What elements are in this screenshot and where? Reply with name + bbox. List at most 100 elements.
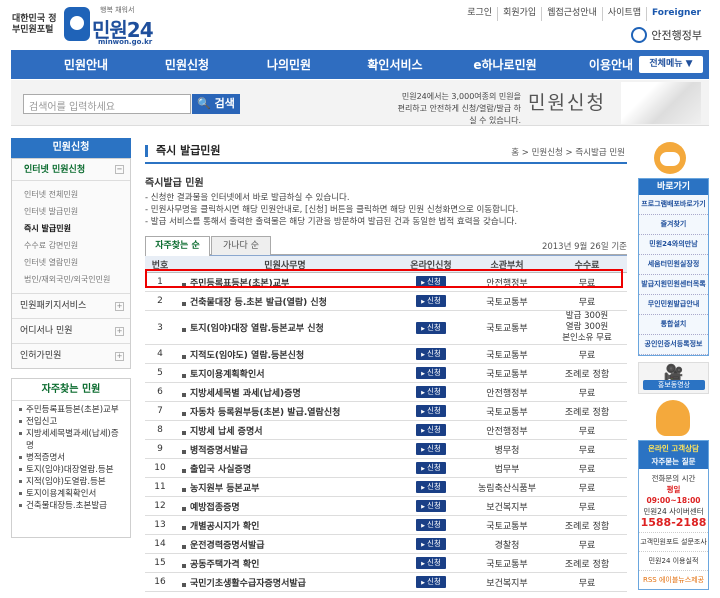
full-menu-button[interactable]: 전체메뉴 ▼ [639, 56, 703, 73]
service-name-link[interactable]: 지방세 납세 증명서 [181, 427, 263, 437]
sidebar-section-permit[interactable]: 인허가민원 + [12, 343, 130, 368]
search-button[interactable]: 🔍 검색 [192, 94, 240, 114]
apply-button[interactable]: 신청 [416, 321, 446, 334]
service-name-link[interactable]: 토지이용계획확인서 [181, 370, 265, 380]
service-name-link[interactable]: 농지원부 등본교부 [181, 484, 259, 494]
nav-item-apply[interactable]: 민원신청 [139, 56, 235, 73]
sidebar-section-anywhere[interactable]: 어디서나 민원 + [12, 318, 130, 343]
service-name-link[interactable]: 개별공시지가 확인 [181, 522, 259, 532]
apply-button[interactable]: 신청 [416, 276, 446, 288]
quick-link[interactable]: 프로그램배포바로가기 [639, 195, 708, 215]
accessibility-link[interactable]: 웹접근성안내 [541, 7, 602, 21]
sidebar-section-package[interactable]: 민원패키지서비스 + [12, 293, 130, 318]
quick-link[interactable]: 세움터민원실장정 [639, 255, 708, 275]
sidebar-item-corporate[interactable]: 법인/재외국민/외국인민원 [12, 271, 130, 288]
apply-button[interactable]: 신청 [416, 481, 446, 493]
usage-stats-link[interactable]: 민원24 이용실적 [639, 551, 708, 570]
fee-value: 무료 [578, 540, 596, 551]
sidebar-item-instant[interactable]: 즉시 발급민원 [12, 220, 130, 237]
apply-cell: 신청 [395, 515, 467, 535]
service-name-cell: 주민등록표등본(초본)교부 [175, 272, 395, 292]
service-name-link[interactable]: 운전경력증명서발급 [181, 541, 265, 551]
nav-item-ehanaro[interactable]: e하나로민원 [453, 56, 557, 73]
apply-button[interactable]: 신청 [416, 519, 446, 531]
service-name-cell: 지방세세목별 과세(납세)증명 [175, 382, 395, 402]
mascot-image-2 [638, 398, 709, 438]
customer-center-header[interactable]: 온라인 고객상담 자주묻는 질문 [639, 441, 708, 469]
foreigner-link[interactable]: Foreigner [646, 7, 706, 21]
service-name-link[interactable]: 지방세세목별 과세(납세)증명 [181, 389, 301, 399]
apply-button[interactable]: 신청 [416, 386, 446, 398]
sitemap-link[interactable]: 사이트맵 [601, 7, 646, 21]
portal-logo-text[interactable]: 대한민국 정부민원포털 [12, 14, 62, 36]
apply-button[interactable]: 신청 [416, 424, 446, 436]
service-name-link[interactable]: 지적도(임야도) 열람.등본신청 [181, 351, 304, 361]
service-name-link[interactable]: 토지(임야)대장 열람.등본교부 신청 [181, 324, 324, 334]
promo-video-banner[interactable]: 🎥 홍보동영상 [638, 362, 709, 394]
service-name-link[interactable]: 출입국 사실증명 [181, 465, 251, 475]
survey-link[interactable]: 고객민원포트 설문조사 [639, 532, 708, 551]
apply-button[interactable]: 신청 [416, 295, 446, 307]
nav-item-guide[interactable]: 민원안내 [39, 56, 133, 73]
minwon24-logo[interactable]: 행복 채워서 민원24 minwon.go.kr [64, 5, 154, 47]
favorite-item[interactable]: 건축물대장등.초본발급 [18, 500, 124, 512]
sidebar-item-issue[interactable]: 인터넷 발급민원 [12, 203, 130, 220]
quick-link[interactable]: 민원24와의만남 [639, 235, 708, 255]
favorite-item[interactable]: 전입신고 [18, 416, 124, 428]
favorite-item[interactable]: 지방세세목별과세(납세)증명 [18, 428, 124, 452]
apply-button[interactable]: 신청 [416, 462, 446, 474]
apply-button[interactable]: 신청 [416, 557, 446, 569]
sidebar-sub-internet[interactable]: 인터넷 민원신청 − [12, 159, 130, 181]
nav-item-verify[interactable]: 확인서비스 [343, 56, 447, 73]
site-header: 대한민국 정부민원포털 행복 채워서 민원24 minwon.go.kr 로그인… [0, 0, 720, 50]
signup-link[interactable]: 회원가입 [497, 7, 541, 21]
quick-link[interactable]: 통합설치 [639, 315, 708, 335]
apply-button[interactable]: 신청 [416, 500, 446, 512]
tab-alphabetical[interactable]: 가나다 순 [211, 236, 271, 255]
service-name-link[interactable]: 국민기초생활수급자증명서발급 [181, 579, 306, 589]
nav-item-my[interactable]: 나의민원 [241, 56, 337, 73]
sidebar-items: 인터넷 전체민원 인터넷 발급민원 즉시 발급민원 수수료 감면민원 인터넷 열… [12, 181, 130, 293]
department-cell: 안전행정부 [467, 420, 547, 440]
apply-cell: 신청 [395, 496, 467, 516]
search-input[interactable]: 검색어를 입력하세요 [23, 94, 191, 114]
service-name-cell: 토지(임야)대장 열람.등본교부 신청 [175, 310, 395, 345]
favorite-item[interactable]: 주민등록표등본(초본)교부 [18, 404, 124, 416]
favorite-item[interactable]: 토지이용계획확인서 [18, 488, 124, 500]
quick-link[interactable]: 즐겨찾기 [639, 215, 708, 235]
apply-button[interactable]: 신청 [416, 443, 446, 455]
service-name-link[interactable]: 주민등록표등본(초본)교부 [181, 279, 289, 289]
favorite-item[interactable]: 토지(임야)대장열람.등본 [18, 464, 124, 476]
favorite-item[interactable]: 병적증명서 [18, 452, 124, 464]
service-name-link[interactable]: 자동차 등록원부등(초본) 발급.열람신청 [181, 408, 340, 418]
apply-button[interactable]: 신청 [416, 367, 446, 379]
table-row: 5 토지이용계획확인서 신청 국토교통부 조례로 정함 [145, 363, 627, 383]
quick-link[interactable]: 공인인증서등록정보 [639, 335, 708, 355]
service-name-link[interactable]: 병적증명서발급 [181, 446, 248, 456]
apply-button[interactable]: 신청 [416, 538, 446, 550]
sidebar-item-fee-reduction[interactable]: 수수료 감면민원 [12, 237, 130, 254]
rss-link[interactable]: RSS 에이블뉴스제공 [639, 570, 708, 589]
sidebar-item-all[interactable]: 인터넷 전체민원 [12, 186, 130, 203]
row-number: 7 [145, 401, 175, 421]
login-link[interactable]: 로그인 [462, 7, 497, 21]
department-cell: 보건복지부 [467, 572, 547, 592]
apply-button[interactable]: 신청 [416, 348, 446, 360]
col-number: 번호 [145, 255, 175, 273]
apply-button[interactable]: 신청 [416, 405, 446, 417]
tab-frequent[interactable]: 자주찾는 순 [145, 236, 210, 256]
fee-cell: 조례로 정함 [547, 515, 627, 535]
service-name-link[interactable]: 예방접종증명 [181, 503, 240, 513]
fee-value: 본인소유 무료 [562, 333, 612, 343]
sidebar-item-view[interactable]: 인터넷 열람민원 [12, 254, 130, 271]
fee-cell: 무료 [547, 534, 627, 554]
favorite-item[interactable]: 지적(임야)도열람.등본 [18, 476, 124, 488]
service-name-link[interactable]: 건축물대장 등.초본 발급(열람) 신청 [181, 298, 327, 308]
service-name-link[interactable]: 공동주택가격 확인 [181, 560, 259, 570]
quick-link[interactable]: 발급지원민원센터목록 [639, 275, 708, 295]
apply-button[interactable]: 신청 [416, 576, 446, 588]
promo-paper-image [621, 82, 701, 124]
quick-link[interactable]: 무인민원발급안내 [639, 295, 708, 315]
apply-cell: 신청 [395, 439, 467, 459]
ministry-logo[interactable]: 안전행정부 [631, 27, 702, 43]
